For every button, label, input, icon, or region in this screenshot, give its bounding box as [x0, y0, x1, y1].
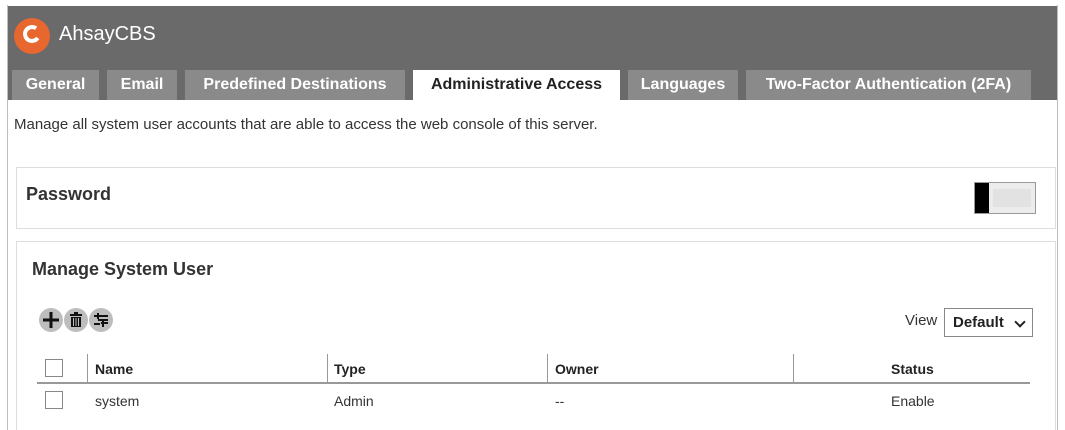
- column-separator: [547, 354, 548, 382]
- tab-predefined-destinations[interactable]: Predefined Destinations: [185, 70, 405, 100]
- filter-icon: [94, 313, 108, 327]
- cell-status: Enable: [891, 393, 935, 409]
- cell-type: Admin: [334, 393, 374, 409]
- ahsay-logo-icon: [14, 18, 50, 54]
- select-all-checkbox[interactable]: [45, 359, 63, 377]
- delete-user-button[interactable]: [64, 308, 88, 332]
- tab-languages[interactable]: Languages: [628, 70, 738, 100]
- manage-system-user-title: Manage System User: [32, 259, 214, 279]
- tab-bar: General Email Predefined Destinations Ad…: [8, 64, 1057, 100]
- toggle-track: [993, 189, 1031, 207]
- password-title: Password: [26, 184, 112, 204]
- manage-system-user-panel: Manage System User View Default Name Typ…: [16, 241, 1056, 430]
- tab-administrative-access[interactable]: Administrative Access: [413, 70, 620, 100]
- delete-icon: [70, 312, 82, 327]
- chevron-down-icon: [1014, 316, 1026, 328]
- row-checkbox[interactable]: [45, 391, 63, 409]
- column-header-status[interactable]: Status: [891, 361, 934, 377]
- add-user-button[interactable]: [39, 308, 63, 332]
- toggle-knob: [975, 183, 989, 213]
- app-title: AhsayCBS: [59, 23, 156, 45]
- view-label: View: [905, 312, 938, 329]
- add-icon: [43, 312, 59, 328]
- cell-name[interactable]: system: [95, 393, 139, 409]
- column-header-name[interactable]: Name: [95, 361, 133, 377]
- column-separator: [793, 354, 794, 382]
- app-header: AhsayCBS: [8, 6, 1057, 64]
- column-separator: [327, 354, 328, 382]
- password-panel: Password: [16, 167, 1056, 229]
- table-header-divider: [37, 382, 1030, 384]
- column-header-owner[interactable]: Owner: [555, 361, 599, 377]
- cell-owner: --: [555, 393, 565, 409]
- tab-two-factor-authentication[interactable]: Two-Factor Authentication (2FA): [746, 70, 1031, 100]
- view-selected-value: Default: [953, 314, 1004, 331]
- page-description: Manage all system user accounts that are…: [14, 116, 598, 133]
- password-toggle[interactable]: [974, 182, 1036, 214]
- view-select[interactable]: Default: [944, 308, 1033, 337]
- tab-general[interactable]: General: [12, 70, 99, 100]
- column-header-type[interactable]: Type: [334, 361, 366, 377]
- filter-button[interactable]: [89, 308, 113, 332]
- column-separator: [87, 354, 88, 382]
- tab-email[interactable]: Email: [107, 70, 177, 100]
